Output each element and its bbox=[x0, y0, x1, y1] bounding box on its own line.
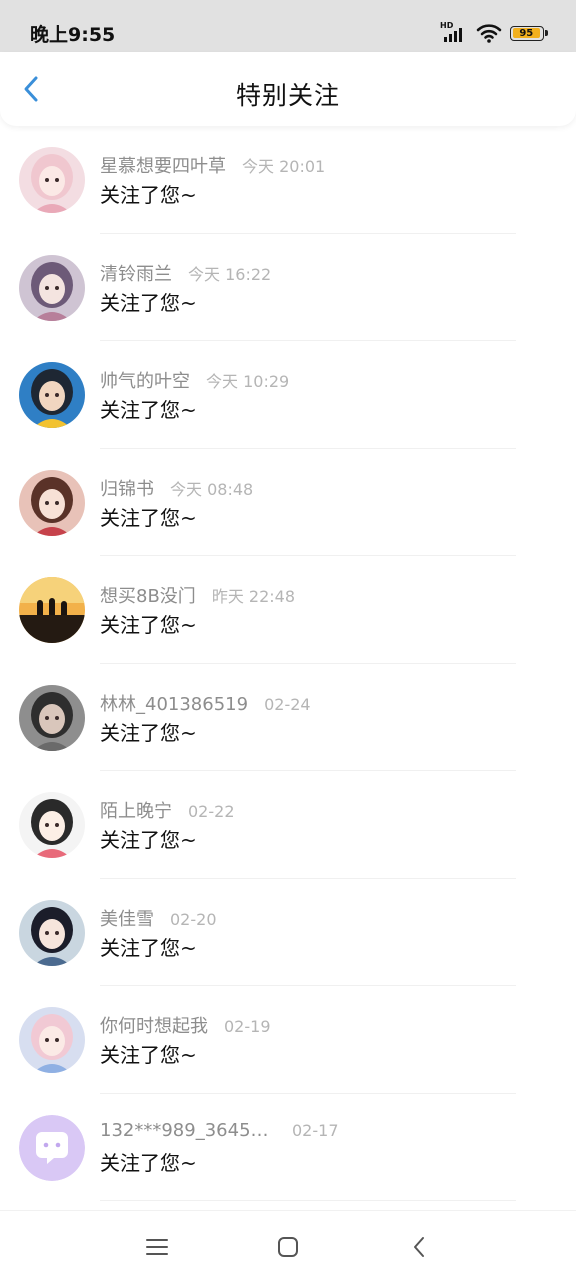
page-title: 特别关注 bbox=[235, 81, 340, 110]
notification-message: 关注了您~ bbox=[100, 720, 197, 745]
user-name[interactable]: 归锦书 bbox=[100, 475, 154, 501]
timestamp: 02-17 bbox=[292, 1120, 339, 1140]
notification-message: 关注了您~ bbox=[100, 183, 197, 207]
avatar[interactable] bbox=[19, 577, 85, 643]
list-item[interactable]: 帅气的叶空 今天 10:29 关注了您~ bbox=[0, 341, 576, 449]
battery-level: 95 bbox=[519, 27, 534, 39]
avatar[interactable] bbox=[19, 1007, 85, 1073]
header-bar: 特别关注 bbox=[0, 52, 576, 126]
user-name[interactable]: 132***989_36457... bbox=[100, 1120, 276, 1141]
avatar[interactable] bbox=[19, 469, 85, 536]
user-name[interactable]: 林林_401386519 bbox=[100, 690, 248, 716]
avatar-image-icon bbox=[19, 899, 85, 966]
avatar[interactable] bbox=[19, 362, 85, 428]
item-header: 林林_401386519 02-24 bbox=[100, 690, 311, 716]
user-name[interactable]: 陌上晚宁 bbox=[100, 797, 172, 823]
item-header: 132***989_36457... 02-17 bbox=[100, 1120, 339, 1141]
timestamp: 今天 16:22 bbox=[188, 264, 272, 284]
notification-message: 关注了您~ bbox=[100, 613, 197, 637]
item-header: 星慕想要四叶草 今天 20:01 bbox=[100, 152, 325, 178]
notification-message: 关注了您~ bbox=[100, 398, 197, 422]
list-item[interactable]: 132***989_36457... 02-17 关注了您~ bbox=[0, 1094, 576, 1201]
timestamp: 今天 10:29 bbox=[206, 372, 290, 391]
list-item[interactable]: 归锦书 今天 08:48 关注了您~ bbox=[0, 449, 576, 556]
list-item[interactable]: 想买8B没门 昨天 22:48 关注了您~ bbox=[0, 556, 576, 664]
list-item[interactable]: 清铃雨兰 今天 16:22 关注了您~ bbox=[0, 234, 576, 341]
timestamp: 02-19 bbox=[224, 1017, 271, 1036]
wifi-icon bbox=[476, 24, 502, 43]
list-item[interactable]: 你何时想起我 02-19 关注了您~ bbox=[0, 986, 576, 1094]
notification-message: 关注了您~ bbox=[100, 505, 197, 530]
item-header: 想买8B没门 昨天 22:48 bbox=[100, 582, 295, 608]
notification-message: 关注了您~ bbox=[100, 828, 197, 852]
home-button[interactable] bbox=[272, 1231, 304, 1263]
user-name[interactable]: 美佳雪 bbox=[100, 905, 154, 931]
timestamp: 02-24 bbox=[264, 694, 311, 714]
system-back-button[interactable] bbox=[403, 1231, 435, 1263]
avatar[interactable] bbox=[19, 684, 85, 751]
user-name[interactable]: 你何时想起我 bbox=[100, 1012, 208, 1038]
home-icon bbox=[278, 1237, 298, 1257]
timestamp: 今天 20:01 bbox=[242, 157, 326, 176]
back-icon bbox=[414, 1237, 424, 1257]
avatar-image-icon bbox=[19, 577, 85, 643]
avatar-image-icon bbox=[19, 147, 85, 213]
list-item[interactable]: 星慕想要四叶草 今天 20:01 关注了您~ bbox=[0, 126, 576, 234]
avatar[interactable] bbox=[19, 147, 85, 213]
user-name[interactable]: 帅气的叶空 bbox=[100, 367, 190, 393]
user-name[interactable]: 清铃雨兰 bbox=[100, 260, 172, 286]
list-item[interactable]: 陌上晚宁 02-22 关注了您~ bbox=[0, 771, 576, 879]
battery-icon: 95 bbox=[510, 25, 548, 41]
list-item[interactable]: 美佳雪 02-20 关注了您~ bbox=[0, 879, 576, 986]
divider bbox=[100, 1200, 516, 1201]
user-name[interactable]: 星慕想要四叶草 bbox=[100, 152, 226, 178]
status-icons: HD 95 bbox=[440, 22, 548, 44]
avatar-image-icon bbox=[19, 469, 85, 536]
timestamp: 昨天 22:48 bbox=[211, 587, 296, 606]
avatar-image-icon bbox=[19, 684, 85, 751]
item-header: 陌上晚宁 02-22 bbox=[100, 797, 235, 823]
item-header: 归锦书 今天 08:48 bbox=[100, 475, 253, 501]
avatar-image-icon bbox=[19, 1114, 85, 1181]
notification-list: 星慕想要四叶草 今天 20:01 关注了您~ 清铃雨兰 今天 16:22 关注了您~ 帅气的… bbox=[0, 126, 576, 1201]
menu-button[interactable] bbox=[141, 1231, 173, 1263]
menu-icon bbox=[146, 1239, 168, 1255]
avatar[interactable] bbox=[19, 1114, 85, 1181]
signal-icon: HD bbox=[440, 22, 468, 44]
avatar-image-icon bbox=[19, 792, 85, 858]
user-name[interactable]: 想买8B没门 bbox=[100, 582, 196, 608]
item-header: 你何时想起我 02-19 bbox=[100, 1012, 271, 1038]
item-header: 清铃雨兰 今天 16:22 bbox=[100, 260, 271, 286]
notification-message: 关注了您~ bbox=[100, 935, 197, 960]
avatar[interactable] bbox=[19, 792, 85, 858]
status-time: 晚上9:55 bbox=[30, 24, 116, 46]
status-bar: 晚上9:55 HD 95 bbox=[0, 0, 576, 52]
item-header: 美佳雪 02-20 bbox=[100, 905, 217, 931]
timestamp: 今天 08:48 bbox=[170, 479, 254, 499]
avatar[interactable] bbox=[19, 254, 85, 321]
notification-message: 关注了您~ bbox=[100, 1150, 197, 1175]
item-header: 帅气的叶空 今天 10:29 bbox=[100, 367, 289, 393]
avatar[interactable] bbox=[19, 899, 85, 966]
system-nav-bar bbox=[0, 1210, 576, 1280]
notification-message: 关注了您~ bbox=[100, 290, 197, 315]
avatar-image-icon bbox=[19, 362, 85, 428]
avatar-image-icon bbox=[19, 1007, 85, 1073]
notification-message: 关注了您~ bbox=[100, 1043, 197, 1067]
list-item[interactable]: 林林_401386519 02-24 关注了您~ bbox=[0, 664, 576, 771]
avatar-image-icon bbox=[19, 254, 85, 321]
timestamp: 02-22 bbox=[188, 802, 235, 821]
timestamp: 02-20 bbox=[170, 909, 217, 929]
